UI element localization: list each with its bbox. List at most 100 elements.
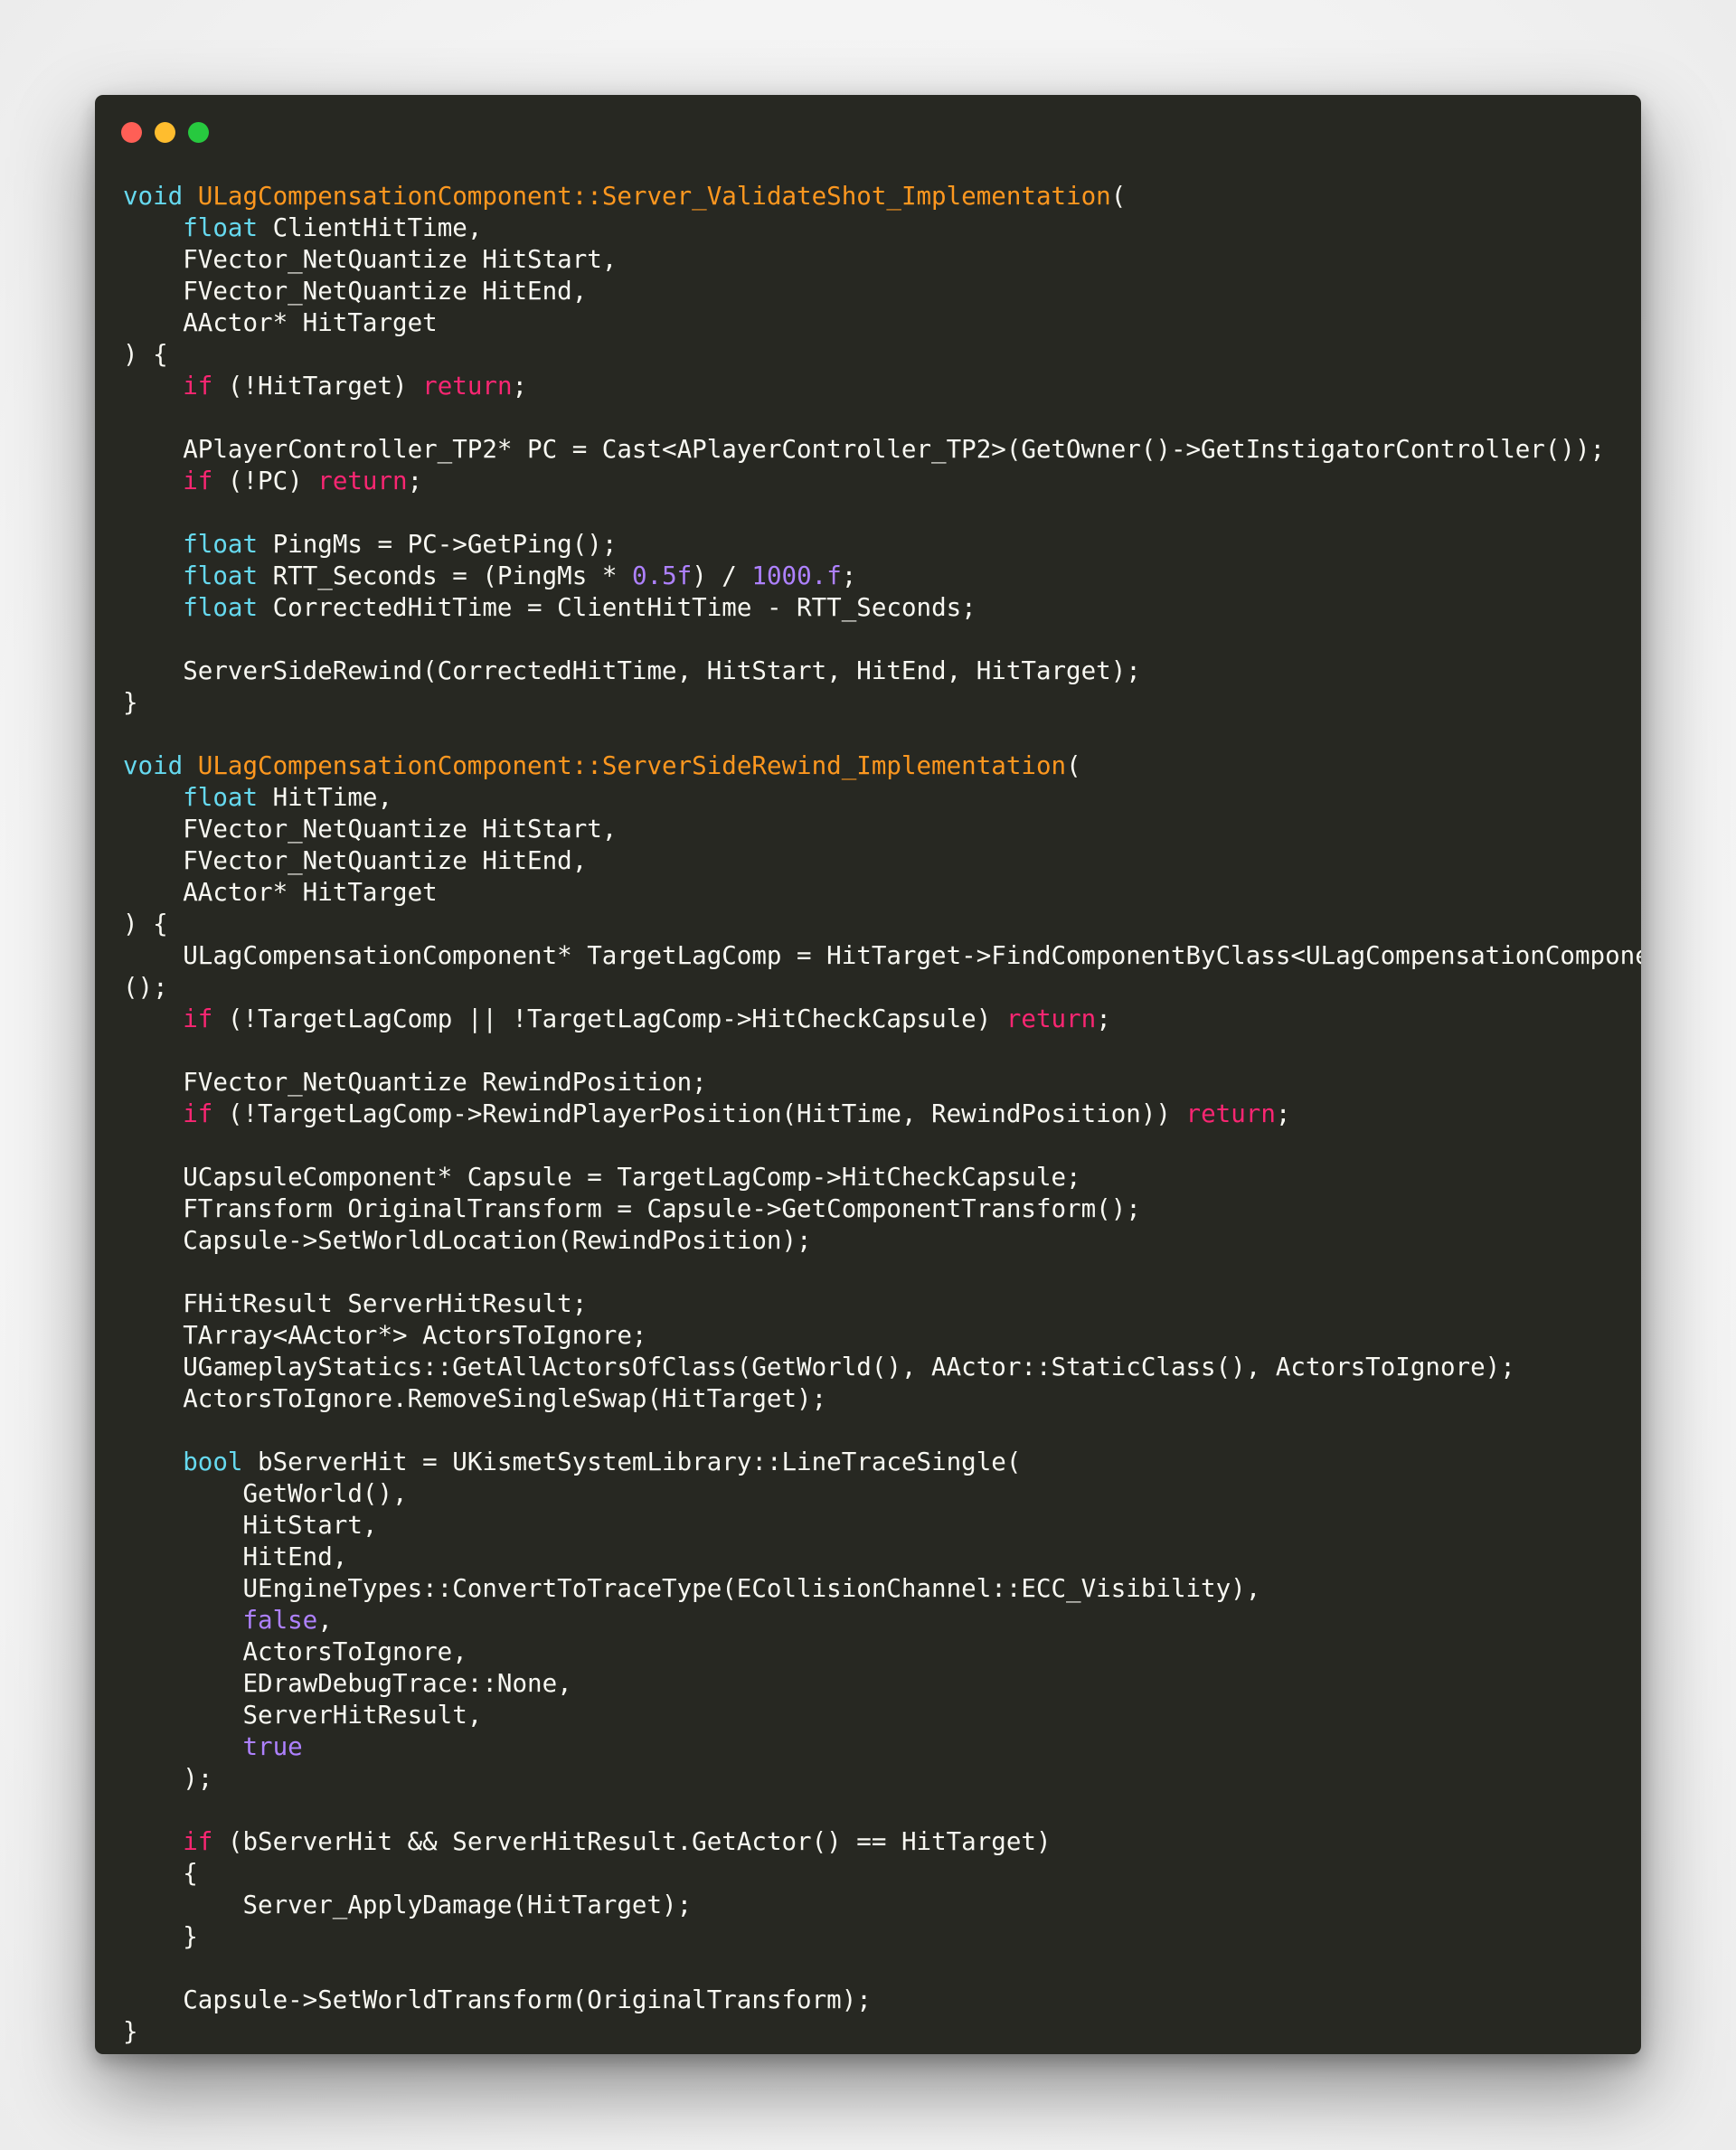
- code-token-text: ;: [1096, 1004, 1111, 1033]
- code-block: void ULagCompensationComponent::Server_V…: [123, 181, 1641, 2048]
- code-token-text: TArray<AActor*> ActorsToIgnore;: [123, 1321, 647, 1350]
- code-line: ServerHitResult,: [123, 1700, 1632, 1731]
- code-token-text: bServerHit = UKismetSystemLibrary::LineT…: [242, 1447, 1022, 1476]
- maximize-button[interactable]: [188, 122, 209, 143]
- code-token-text: (!PC): [212, 467, 318, 495]
- code-line: Capsule->SetWorldLocation(RewindPosition…: [123, 1225, 1632, 1257]
- code-token-text: HitTime,: [258, 783, 393, 812]
- code-token-ctrl: if: [183, 467, 213, 495]
- code-token-text: (!HitTarget): [212, 372, 423, 401]
- code-line: AActor* HitTarget: [123, 877, 1632, 909]
- code-token-text: ;: [407, 467, 423, 495]
- code-token-type: float: [183, 783, 259, 812]
- code-line: if (!TargetLagComp || !TargetLagComp->Hi…: [123, 1004, 1632, 1035]
- code-token-text: ;: [1275, 1099, 1291, 1128]
- code-token-text: );: [123, 1764, 213, 1793]
- code-token-text: Capsule->SetWorldTransform(OriginalTrans…: [123, 1985, 872, 2014]
- code-token-text: Capsule->SetWorldLocation(RewindPosition…: [123, 1226, 812, 1255]
- code-line: ActorsToIgnore.RemoveSingleSwap(HitTarge…: [123, 1383, 1632, 1415]
- code-token-text: ActorsToIgnore,: [123, 1637, 467, 1666]
- code-token-type: void: [123, 751, 184, 780]
- code-line: FTransform OriginalTransform = Capsule->…: [123, 1193, 1632, 1225]
- code-line: HitEnd,: [123, 1542, 1632, 1573]
- code-line: Server_ApplyDamage(HitTarget);: [123, 1890, 1632, 1921]
- code-line: bool bServerHit = UKismetSystemLibrary::…: [123, 1447, 1632, 1478]
- code-token-text: RTT_Seconds = (PingMs *: [258, 561, 632, 590]
- code-token-text: }: [123, 2017, 138, 2046]
- minimize-button[interactable]: [155, 122, 175, 143]
- code-token-text: (bServerHit && ServerHitResult.GetActor(…: [212, 1827, 1052, 1856]
- code-line: );: [123, 1763, 1632, 1795]
- code-line: FVector_NetQuantize HitEnd,: [123, 276, 1632, 307]
- code-line: if (!TargetLagComp->RewindPlayerPosition…: [123, 1099, 1632, 1130]
- code-line: UCapsuleComponent* Capsule = TargetLagCo…: [123, 1162, 1632, 1193]
- code-token-type: float: [183, 530, 259, 559]
- code-token-text: {: [123, 1859, 198, 1888]
- code-token-ctrl: return: [1185, 1099, 1276, 1128]
- code-token-type: float: [183, 561, 259, 590]
- code-token-text: PingMs = PC->GetPing();: [258, 530, 618, 559]
- code-token-func: ULagCompensationComponent::ServerSideRew…: [197, 751, 1067, 780]
- code-line: {: [123, 1858, 1632, 1890]
- code-token-ctrl: if: [183, 1827, 213, 1856]
- code-token-ctrl: return: [317, 467, 408, 495]
- code-line: ActorsToIgnore,: [123, 1636, 1632, 1668]
- code-token-type: float: [183, 593, 259, 622]
- code-line: float HitTime,: [123, 782, 1632, 814]
- code-token-text: ClientHitTime,: [258, 213, 483, 242]
- code-token-text: ();: [123, 973, 168, 1002]
- code-token-text: FVector_NetQuantize HitEnd,: [123, 846, 588, 875]
- code-token-text: GetWorld(),: [123, 1479, 408, 1508]
- code-line: float ClientHitTime,: [123, 212, 1632, 244]
- code-line: UGameplayStatics::GetAllActorsOfClass(Ge…: [123, 1352, 1632, 1383]
- code-line: ();: [123, 972, 1632, 1004]
- code-token-text: Server_ApplyDamage(HitTarget);: [123, 1891, 693, 1919]
- code-line: if (!PC) return;: [123, 466, 1632, 497]
- code-token-ctrl: if: [183, 1099, 213, 1128]
- code-token-text: UCapsuleComponent* Capsule = TargetLagCo…: [123, 1163, 1081, 1192]
- code-token-text: AActor* HitTarget: [123, 308, 438, 337]
- code-line: ) {: [123, 339, 1632, 371]
- code-token-text: FTransform OriginalTransform = Capsule->…: [123, 1194, 1141, 1223]
- code-line: FVector_NetQuantize HitStart,: [123, 814, 1632, 845]
- code-token-num: 0.5f: [631, 561, 693, 590]
- code-token-text: ) /: [692, 561, 752, 590]
- code-token-text: CorrectedHitTime = ClientHitTime - RTT_S…: [258, 593, 976, 622]
- code-token-text: }: [123, 1922, 198, 1951]
- code-token-text: HitStart,: [123, 1511, 378, 1540]
- code-line: void ULagCompensationComponent::ServerSi…: [123, 750, 1632, 782]
- close-button[interactable]: [121, 122, 142, 143]
- code-token-text: UGameplayStatics::GetAllActorsOfClass(Ge…: [123, 1353, 1515, 1381]
- code-token-text: HitEnd,: [123, 1542, 348, 1571]
- code-line: APlayerController_TP2* PC = Cast<APlayer…: [123, 434, 1632, 466]
- window-controls: [121, 122, 209, 144]
- code-line: UEngineTypes::ConvertToTraceType(ECollis…: [123, 1573, 1632, 1605]
- code-token-text: ) {: [123, 340, 168, 369]
- code-line: float CorrectedHitTime = ClientHitTime -…: [123, 592, 1632, 624]
- code-token-num: true: [242, 1732, 303, 1761]
- code-token-ctrl: if: [183, 1004, 213, 1033]
- code-line: }: [123, 687, 1632, 719]
- code-line: }: [123, 2016, 1632, 2048]
- code-token-text: UEngineTypes::ConvertToTraceType(ECollis…: [123, 1574, 1261, 1603]
- code-token-text: (!TargetLagComp || !TargetLagComp->HitCh…: [212, 1004, 1006, 1033]
- code-token-text: ;: [512, 372, 528, 401]
- code-token-text: ULagCompensationComponent* TargetLagComp…: [123, 941, 1641, 970]
- code-token-func: ULagCompensationComponent::Server_Valida…: [197, 182, 1111, 211]
- code-token-text: ServerHitResult,: [123, 1701, 483, 1730]
- code-token-text: FVector_NetQuantize RewindPosition;: [123, 1068, 707, 1097]
